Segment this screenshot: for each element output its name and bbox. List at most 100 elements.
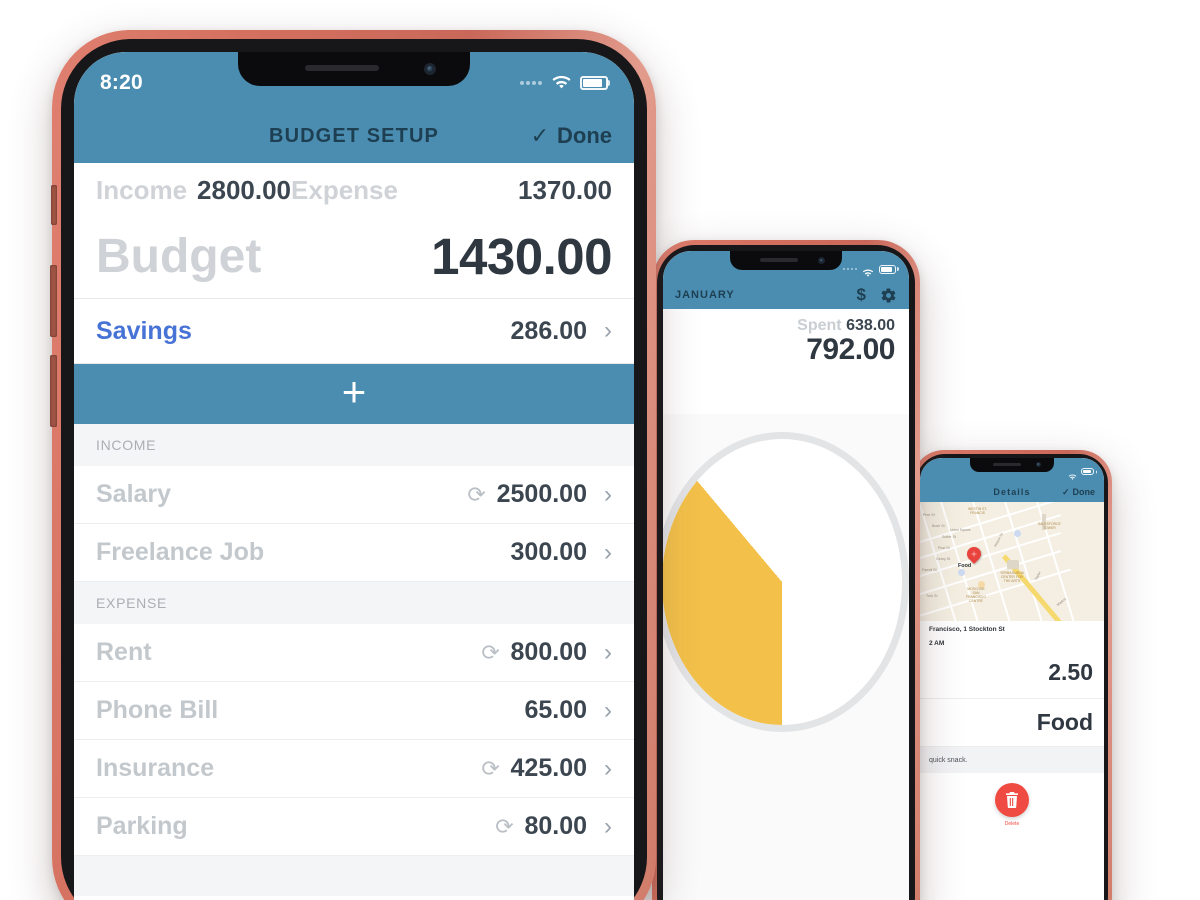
phone2-month-label[interactable]: JANUARY [675, 289, 735, 301]
phone3-status-icons [1064, 468, 1097, 480]
savings-value: 286.00 [510, 316, 587, 345]
phone1-nav-bar: BUDGET SETUP ✓ Done [74, 109, 634, 163]
budget-label: Budget [96, 230, 262, 283]
chevron-right-icon: › [604, 638, 612, 666]
battery-icon [1081, 468, 1097, 475]
pie-slice-spent [663, 439, 902, 725]
gear-icon[interactable] [880, 287, 897, 304]
phone2-summary: Spent 638.00 792.00 [663, 309, 909, 367]
phone1-screen: 8:20 BUDGET SETUP ✓ Done Income 2800.00 … [74, 52, 634, 900]
screenshot-canvas: Details ✓ Done Pine St Bush St Sutter St… [0, 0, 1200, 900]
earpiece-speaker [305, 65, 379, 71]
chevron-right-icon: › [604, 480, 612, 508]
map-pin-icon [964, 544, 984, 564]
front-camera [424, 63, 436, 75]
item-value: 800.00 [510, 638, 587, 666]
done-button[interactable]: ✓ Done [531, 123, 612, 149]
item-value: 300.00 [510, 538, 587, 566]
repeat-icon: ⟳ [467, 481, 486, 507]
budget-row: Budget 1430.00 [74, 215, 634, 299]
item-name: Insurance [96, 754, 215, 782]
phone3-screen: Details ✓ Done Pine St Bush St Sutter St… [920, 458, 1104, 900]
phone2-nav-actions: $ [857, 285, 897, 305]
budget-value: 1430.00 [431, 228, 612, 285]
item-value: 425.00 [510, 754, 587, 782]
table-row[interactable]: Insurance ⟳ 425.00 › [74, 740, 634, 798]
phone2-spent-value: 638.00 [846, 317, 895, 334]
check-icon: ✓ [530, 123, 549, 148]
repeat-icon: ⟳ [481, 755, 500, 781]
chevron-right-icon: › [604, 754, 612, 782]
phone-mockup-budget-setup: 8:20 BUDGET SETUP ✓ Done Income 2800.00 … [50, 30, 656, 900]
wifi-icon [551, 75, 572, 91]
phone3-category-row[interactable]: Food [920, 699, 1104, 747]
volume-up-button[interactable] [50, 265, 57, 337]
wifi-icon [862, 265, 874, 277]
table-row[interactable]: Phone Bill 65.00 › [74, 682, 634, 740]
list-footer-spacer [74, 856, 634, 896]
item-value: 80.00 [524, 812, 587, 840]
battery-icon [580, 76, 610, 90]
income-expense-row: Income 2800.00 Expense 1370.00 [74, 163, 634, 215]
repeat-icon: ⟳ [495, 813, 514, 839]
phone2-spent-label: Spent [797, 317, 842, 334]
item-name: Parking [96, 812, 188, 840]
phone3-done-button[interactable]: ✓ Done [1062, 487, 1095, 498]
delete-button[interactable] [995, 783, 1029, 817]
done-label: Done [557, 123, 612, 148]
volume-down-button[interactable] [50, 355, 57, 427]
chevron-right-icon: › [604, 812, 612, 840]
item-name: Salary [96, 480, 172, 508]
expense-label: Expense [291, 175, 398, 205]
delete-label: Delete [1004, 821, 1020, 827]
phone3-note-text: quick snack. [929, 756, 968, 764]
income-value: 2800.00 [197, 175, 292, 205]
add-item-button[interactable]: + [74, 364, 634, 424]
phone1-notch [238, 52, 470, 86]
phone3-notch [970, 458, 1054, 472]
phone-mockup-overview: JANUARY $ Spent 638.00 792.00 [652, 240, 920, 900]
table-row[interactable]: Freelance Job 300.00 › [74, 524, 634, 582]
phone3-note-field[interactable]: quick snack. [920, 747, 1104, 773]
status-time: 8:20 [100, 71, 143, 94]
phone1-status-icons [520, 75, 610, 91]
signal-dots-icon [843, 268, 857, 270]
dollar-icon[interactable]: $ [857, 285, 866, 305]
map-view[interactable]: Pine St Bush St Sutter St Post St Geary … [920, 502, 1104, 621]
phone3-amount-value: 2.50 [1048, 659, 1093, 685]
income-label: Income [96, 175, 188, 205]
signal-dots-icon [520, 81, 542, 85]
expense-value: 1370.00 [518, 175, 612, 205]
earpiece-speaker [760, 258, 798, 262]
phone2-chart-area: ▾ [663, 414, 909, 900]
earpiece-speaker [993, 463, 1021, 466]
front-camera [818, 257, 825, 264]
wifi-icon [1068, 468, 1077, 480]
phone3-delete-area: Delete [920, 773, 1104, 827]
phone2-screen: JANUARY $ Spent 638.00 792.00 [663, 251, 909, 900]
phone3-category-value: Food [1036, 709, 1093, 735]
table-row[interactable]: Parking ⟳ 80.00 › [74, 798, 634, 856]
phone2-status-icons [843, 264, 899, 277]
phone3-address: Francisco, 1 Stockton St [929, 626, 1005, 633]
phone1-content: Income 2800.00 Expense 1370.00 Budget 14… [74, 163, 634, 900]
mute-switch[interactable] [51, 185, 57, 225]
item-value: 65.00 [524, 696, 587, 724]
phone3-time: 2 AM [929, 640, 945, 647]
savings-label: Savings [96, 316, 192, 345]
section-header-expense: EXPENSE [74, 582, 634, 624]
check-icon: ✓ [1061, 486, 1070, 497]
map-pin-label: Food [958, 563, 972, 569]
section-header-income: INCOME [74, 424, 634, 466]
table-row[interactable]: Salary ⟳ 2500.00 › [74, 466, 634, 524]
phone3-content: Pine St Bush St Sutter St Post St Geary … [920, 502, 1104, 900]
phone3-amount-row[interactable]: 2.50 [920, 647, 1104, 699]
phone2-remaining-value: 792.00 [806, 333, 895, 366]
table-row[interactable]: Rent ⟳ 800.00 › [74, 624, 634, 682]
item-name: Freelance Job [96, 538, 265, 566]
savings-row[interactable]: Savings 286.00 › [74, 299, 634, 364]
spending-pie-chart[interactable] [663, 432, 909, 732]
chevron-right-icon: › [604, 538, 612, 566]
item-value: 2500.00 [496, 480, 587, 508]
phone3-nav-bar: Details ✓ Done [920, 482, 1104, 502]
